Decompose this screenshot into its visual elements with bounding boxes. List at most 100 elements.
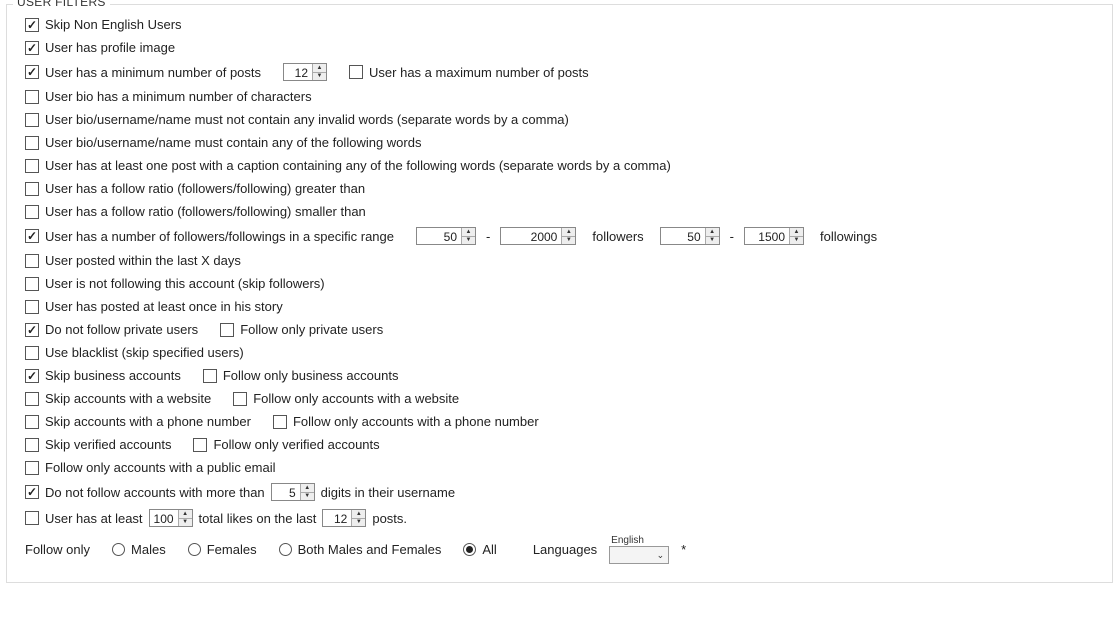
spinner-buttons-icon[interactable]: ▲▼	[705, 228, 719, 244]
checkbox-caption-words[interactable]	[25, 159, 39, 173]
range-separator: -	[482, 229, 494, 244]
label-no-digits-a: Do not follow accounts with more than	[45, 485, 265, 500]
spinner-buttons-icon[interactable]: ▲▼	[789, 228, 803, 244]
spinner-likes[interactable]: 100 ▲▼	[149, 509, 193, 527]
spinner-followers-max-value: 2000	[501, 228, 561, 244]
spinner-followers-max[interactable]: 2000 ▲▼	[500, 227, 576, 245]
row-profile-image: User has profile image	[25, 36, 1102, 59]
label-likes-a: User has at least	[45, 511, 143, 526]
label-males: Males	[131, 542, 166, 557]
row-gender: Follow only Males Females Both Males and…	[25, 531, 1102, 568]
row-bio-contain: User bio/username/name must contain any …	[25, 131, 1102, 154]
label-no-private: Do not follow private users	[45, 322, 198, 337]
spinner-buttons-icon[interactable]: ▲▼	[312, 64, 326, 80]
checkbox-ratio-gt[interactable]	[25, 182, 39, 196]
label-only-business: Follow only business accounts	[223, 368, 399, 383]
checkbox-range[interactable]	[25, 229, 39, 243]
label-followers: followers	[592, 229, 643, 244]
radio-females[interactable]	[188, 543, 201, 556]
label-min-posts: User has a minimum number of posts	[45, 65, 261, 80]
label-range: User has a number of followers/following…	[45, 229, 394, 244]
radio-both[interactable]	[279, 543, 292, 556]
spinner-buttons-icon[interactable]: ▲▼	[351, 510, 365, 526]
range-separator: -	[726, 229, 738, 244]
group-legend: USER FILTERS	[13, 0, 110, 9]
label-bio-min-chars: User bio has a minimum number of charact…	[45, 89, 312, 104]
label-skip-phone: Skip accounts with a phone number	[45, 414, 251, 429]
checkbox-posted-story[interactable]	[25, 300, 39, 314]
spinner-followings-min-value: 50	[661, 228, 705, 244]
language-select-wrap: English ⌄	[609, 535, 669, 564]
label-max-posts: User has a maximum number of posts	[369, 65, 589, 80]
row-blacklist: Use blacklist (skip specified users)	[25, 341, 1102, 364]
checkbox-only-website[interactable]	[233, 392, 247, 406]
row-posted-xdays: User posted within the last X days	[25, 249, 1102, 272]
language-select[interactable]: ⌄	[609, 546, 669, 564]
row-phone: Skip accounts with a phone number Follow…	[25, 410, 1102, 433]
checkbox-skip-verified[interactable]	[25, 438, 39, 452]
label-skip-non-english: Skip Non English Users	[45, 17, 182, 32]
label-females: Females	[207, 542, 257, 557]
label-caption-words: User has at least one post with a captio…	[45, 158, 671, 173]
row-skip-non-english: Skip Non English Users	[25, 13, 1102, 36]
spinner-likes-posts-value: 12	[323, 510, 351, 526]
checkbox-only-email[interactable]	[25, 461, 39, 475]
checkbox-skip-website[interactable]	[25, 392, 39, 406]
label-followings: followings	[820, 229, 877, 244]
spinner-followers-min[interactable]: 50 ▲▼	[416, 227, 476, 245]
row-likes: User has at least 100 ▲▼ total likes on …	[25, 505, 1102, 531]
checkbox-likes[interactable]	[25, 511, 39, 525]
checkbox-bio-min-chars[interactable]	[25, 90, 39, 104]
checkbox-skip-non-english[interactable]	[25, 18, 39, 32]
spinner-followers-min-value: 50	[417, 228, 461, 244]
checkbox-ratio-lt[interactable]	[25, 205, 39, 219]
row-ratio-lt: User has a follow ratio (followers/follo…	[25, 200, 1102, 223]
spinner-likes-posts[interactable]: 12 ▲▼	[322, 509, 366, 527]
label-posted-xdays: User posted within the last X days	[45, 253, 241, 268]
row-ratio-gt: User has a follow ratio (followers/follo…	[25, 177, 1102, 200]
radio-all[interactable]	[463, 543, 476, 556]
spinner-buttons-icon[interactable]: ▲▼	[300, 484, 314, 500]
checkbox-only-private[interactable]	[220, 323, 234, 337]
spinner-digits-value: 5	[272, 484, 300, 500]
spinner-followings-max[interactable]: 1500 ▲▼	[744, 227, 804, 245]
label-languages: Languages	[533, 542, 597, 557]
checkbox-posted-xdays[interactable]	[25, 254, 39, 268]
row-business: Skip business accounts Follow only busin…	[25, 364, 1102, 387]
checkbox-max-posts[interactable]	[349, 65, 363, 79]
row-bio-no-invalid: User bio/username/name must not contain …	[25, 108, 1102, 131]
label-follow-only: Follow only	[25, 542, 90, 557]
spinner-buttons-icon[interactable]: ▲▼	[561, 228, 575, 244]
label-blacklist: Use blacklist (skip specified users)	[45, 345, 244, 360]
checkbox-bio-contain[interactable]	[25, 136, 39, 150]
label-bio-no-invalid: User bio/username/name must not contain …	[45, 112, 569, 127]
spinner-buttons-icon[interactable]: ▲▼	[178, 510, 192, 526]
checkbox-blacklist[interactable]	[25, 346, 39, 360]
checkbox-min-posts[interactable]	[25, 65, 39, 79]
checkbox-profile-image[interactable]	[25, 41, 39, 55]
spinner-followings-max-value: 1500	[745, 228, 789, 244]
spinner-followings-min[interactable]: 50 ▲▼	[660, 227, 720, 245]
language-selected-text: English	[611, 535, 644, 546]
checkbox-skip-business[interactable]	[25, 369, 39, 383]
label-all: All	[482, 542, 496, 557]
label-only-email: Follow only accounts with a public email	[45, 460, 276, 475]
row-caption-words: User has at least one post with a captio…	[25, 154, 1102, 177]
checkbox-skip-phone[interactable]	[25, 415, 39, 429]
checkbox-not-following[interactable]	[25, 277, 39, 291]
checkbox-only-business[interactable]	[203, 369, 217, 383]
spinner-digits[interactable]: 5 ▲▼	[271, 483, 315, 501]
checkbox-no-digits[interactable]	[25, 485, 39, 499]
label-ratio-gt: User has a follow ratio (followers/follo…	[45, 181, 365, 196]
checkbox-only-verified[interactable]	[193, 438, 207, 452]
spinner-min-posts[interactable]: 12 ▲▼	[283, 63, 327, 81]
row-digits: Do not follow accounts with more than 5 …	[25, 479, 1102, 505]
checkbox-bio-no-invalid[interactable]	[25, 113, 39, 127]
checkbox-only-phone[interactable]	[273, 415, 287, 429]
radio-males[interactable]	[112, 543, 125, 556]
row-range: User has a number of followers/following…	[25, 223, 1102, 249]
label-posted-story: User has posted at least once in his sto…	[45, 299, 283, 314]
checkbox-no-private[interactable]	[25, 323, 39, 337]
row-not-following: User is not following this account (skip…	[25, 272, 1102, 295]
spinner-buttons-icon[interactable]: ▲▼	[461, 228, 475, 244]
